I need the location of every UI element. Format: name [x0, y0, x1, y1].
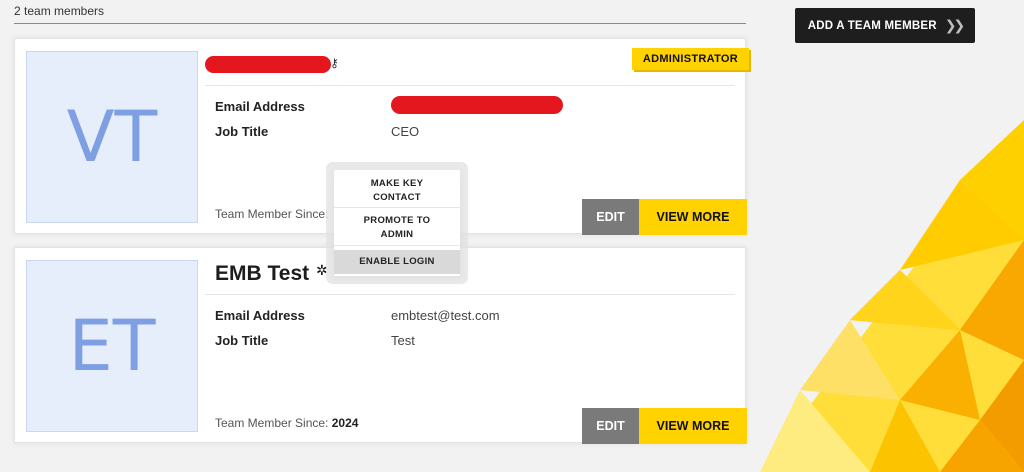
view-more-button[interactable]: VIEW MORE [639, 199, 747, 235]
role-badge: ADMINISTRATOR [631, 48, 749, 70]
member-since-year: 2024 [331, 416, 359, 430]
gear-icon[interactable]: ✲ [316, 262, 328, 279]
main-column: 2 team members VT ⚷ ADMINISTRATOR Email … [0, 0, 760, 472]
menu-item-make-key-contact[interactable]: MAKE KEY CONTACT [334, 176, 460, 208]
divider [205, 85, 735, 86]
member-since-label: Team Member Since: [215, 207, 329, 221]
member-since: Team Member Since: 2024 [215, 416, 358, 430]
divider [205, 294, 735, 295]
redacted-email [391, 96, 563, 114]
menu-item-label: MAKE KEY [370, 178, 424, 189]
edit-button[interactable]: EDIT [582, 408, 639, 444]
menu-item-label: ADMIN [380, 229, 414, 240]
menu-item-enable-login[interactable]: ENABLE LOGIN [334, 250, 460, 274]
job-title-value: CEO [391, 124, 420, 139]
email-label: Email Address [215, 308, 305, 323]
menu-item-label: CONTACT [373, 192, 421, 203]
member-since: Team Member Since: [215, 207, 328, 221]
add-team-member-button[interactable]: ADD A TEAM MEMBER ❯❯ [795, 8, 975, 43]
member-name: EMB Test [215, 262, 310, 285]
avatar: ET [26, 260, 198, 432]
team-count-label: 2 team members [14, 4, 105, 18]
member-actions-menu: MAKE KEY CONTACT PROMOTE TO ADMIN ENABLE… [334, 170, 460, 276]
add-team-member-label: ADD A TEAM MEMBER [807, 19, 937, 32]
redacted-name [205, 56, 331, 73]
job-title-value: Test [391, 333, 415, 348]
view-more-button[interactable]: VIEW MORE [639, 408, 747, 444]
avatar: VT [26, 51, 198, 223]
email-value: embtest@test.com [391, 308, 500, 323]
menu-item-label: PROMOTE TO [363, 215, 431, 226]
member-card: ET EMB Test ✲ Email Address embtest@test… [14, 247, 747, 444]
double-chevron-right-icon: ❯❯ [944, 17, 966, 33]
edit-button[interactable]: EDIT [582, 199, 639, 235]
member-since-label: Team Member Since: [215, 416, 329, 430]
job-title-label: Job Title [215, 124, 269, 139]
job-title-label: Job Title [215, 333, 269, 348]
key-icon: ⚷ [330, 56, 339, 70]
email-label: Email Address [215, 99, 305, 114]
menu-item-promote-to-admin[interactable]: PROMOTE TO ADMIN [334, 214, 460, 246]
divider [14, 23, 746, 24]
